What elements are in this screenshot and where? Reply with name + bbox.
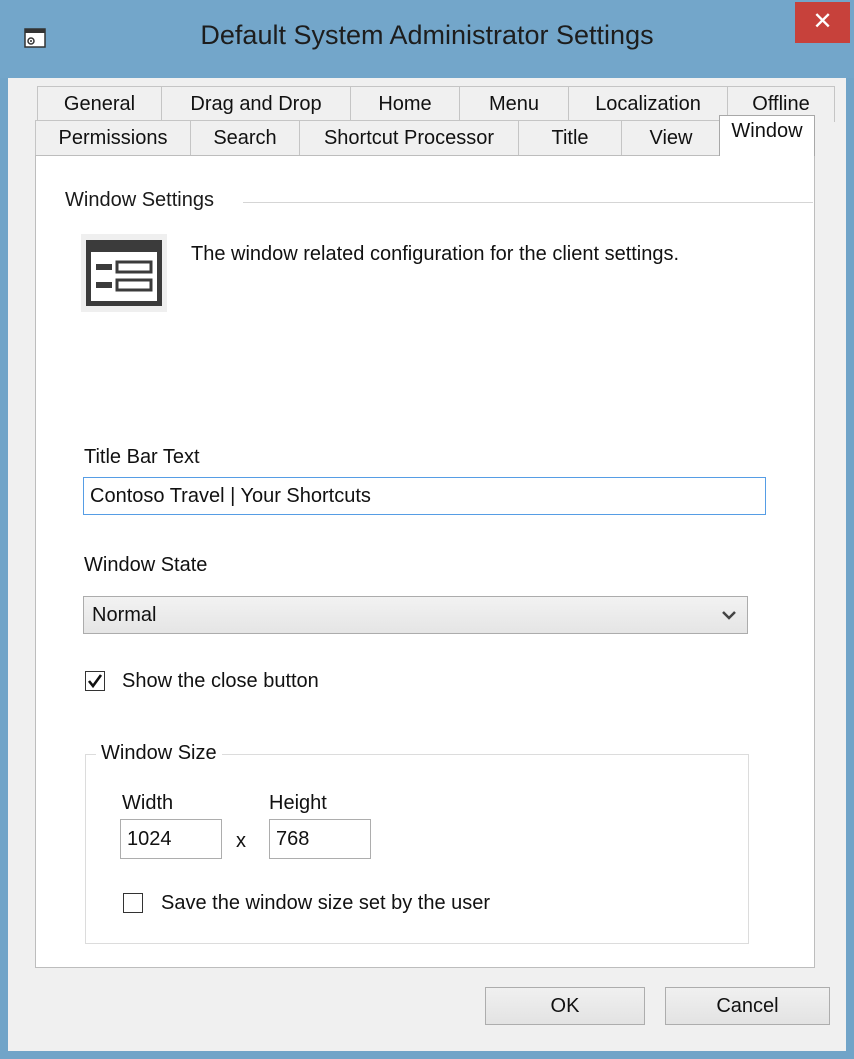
window-state-dropdown[interactable]: Normal (83, 596, 748, 634)
tab-search[interactable]: Search (190, 120, 300, 156)
title-bar[interactable]: Default System Administrator Settings ✕ (0, 0, 854, 78)
title-bar-text-input[interactable] (83, 477, 766, 515)
window-size-group-title: Window Size (96, 742, 222, 765)
tab-drag-and-drop[interactable]: Drag and Drop (161, 86, 351, 122)
save-size-label: Save the window size set by the user (161, 892, 491, 914)
tab-home[interactable]: Home (350, 86, 460, 122)
tab-general[interactable]: General (37, 86, 162, 122)
title-bar-text-label: Title Bar Text (84, 446, 200, 468)
show-close-checkbox[interactable] (85, 671, 105, 691)
tab-view[interactable]: View (621, 120, 721, 156)
tab-localization[interactable]: Localization (568, 86, 728, 122)
checkmark-icon (87, 674, 103, 689)
window-state-value: Normal (92, 604, 157, 626)
tab-menu[interactable]: Menu (459, 86, 569, 122)
window-state-label: Window State (84, 554, 208, 576)
tab-permissions[interactable]: Permissions (35, 120, 191, 156)
show-close-label: Show the close button (122, 670, 319, 692)
cancel-button[interactable]: Cancel (665, 987, 830, 1025)
width-input[interactable] (120, 819, 222, 859)
window-title: Default System Administrator Settings (200, 20, 654, 50)
tab-title[interactable]: Title (518, 120, 622, 156)
section-title: Window Settings (65, 189, 214, 211)
tab-shortcut-processor[interactable]: Shortcut Processor (299, 120, 519, 156)
window-settings-icon (81, 234, 167, 312)
times-sign: x (236, 830, 246, 852)
tab-window[interactable]: Window (719, 115, 815, 156)
close-icon: ✕ (812, 8, 833, 35)
height-label: Height (269, 792, 327, 814)
save-size-checkbox[interactable] (123, 893, 143, 913)
ok-button[interactable]: OK (485, 987, 645, 1025)
dialog-client-area: General Drag and Drop Home Menu Localiza… (8, 78, 846, 1051)
close-button[interactable]: ✕ (795, 2, 850, 43)
width-label: Width (122, 792, 174, 814)
settings-window: Default System Administrator Settings ✕ … (0, 0, 854, 1059)
section-description: The window related configuration for the… (191, 243, 680, 265)
chevron-down-icon (722, 611, 736, 620)
window-tab-panel: Window Settings The window related confi… (35, 155, 815, 968)
section-divider (243, 202, 813, 203)
height-input[interactable] (269, 819, 371, 859)
